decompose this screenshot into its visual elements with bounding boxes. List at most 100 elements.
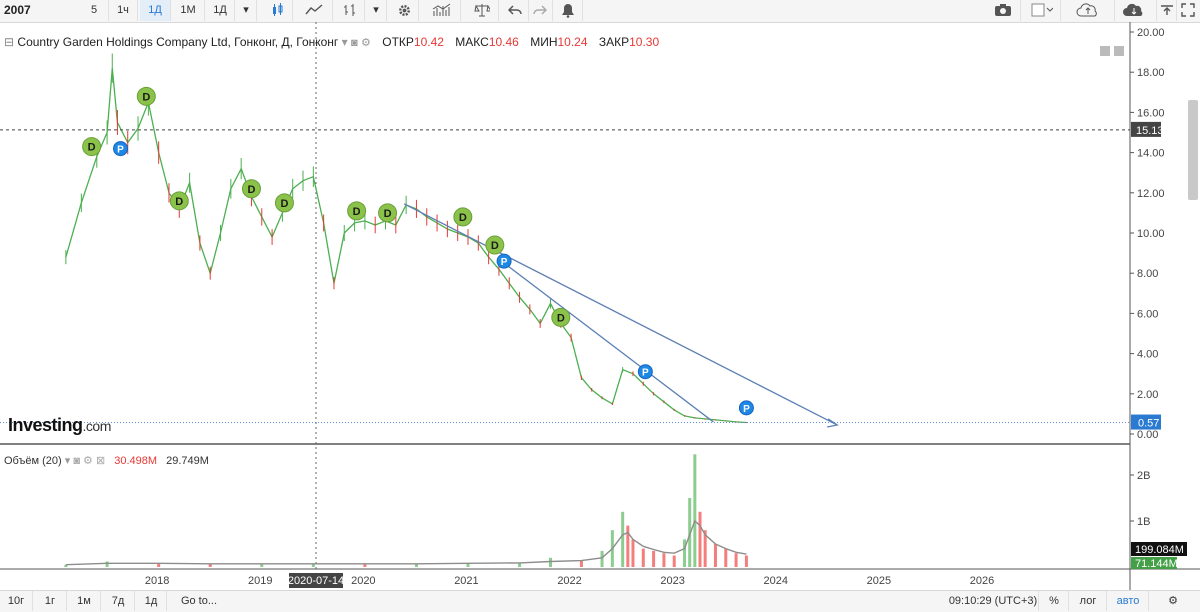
marker-label: P [117,145,124,156]
range-10y[interactable]: 10г [0,591,33,611]
marker-label: D [175,196,183,208]
volume-value-1: 30.498M [114,455,158,467]
close-icon[interactable]: ⊠ [96,455,105,467]
volume-bar [693,454,697,567]
clock: 09:10:29 (UTC+3) [948,591,1039,611]
volume-tick-label: 1B [1137,516,1150,528]
volume-bar [713,544,717,567]
volume-bar [641,548,645,567]
scrollbar[interactable] [1188,100,1198,200]
dropdown-arrow-icon[interactable]: ▾ [342,35,348,49]
compare-scales-icon[interactable] [466,0,499,21]
y-tick-label: 14.00 [1137,148,1165,160]
volume-bar [724,548,728,567]
settings-gear-icon[interactable]: ⚙ [361,37,371,49]
chart-area[interactable]: 20.00 18.00 16.00 14.00 12.00 10.00 8.00 6.00 4.… [0,22,1200,590]
candle-type-icon[interactable] [264,0,293,21]
volume-legend: Объём (20) ▾ ◙ ⚙ ⊠ 30.498M 29.749M [4,454,209,467]
y-tick-label: 8.00 [1137,268,1158,280]
y-tick-label: 10.00 [1137,228,1165,240]
indicators-icon[interactable] [424,0,461,21]
redo-icon[interactable] [528,0,553,21]
y-tick-label: 20.00 [1137,27,1165,39]
symbol-input[interactable]: 2007 [4,0,31,21]
interval-1d[interactable]: 1Д [140,0,171,21]
marker-label: D [88,142,96,154]
undo-icon[interactable] [502,0,529,21]
y-tick-label: 18.00 [1137,67,1165,79]
marker-label: D [247,184,255,196]
settings-gear-icon[interactable]: ⚙ [1150,591,1196,611]
eye-icon[interactable]: ◙ [73,455,80,467]
settings-gear-icon[interactable] [390,0,419,21]
close-value: 10.30 [629,35,660,49]
volume-bar [672,555,676,567]
x-tick-label: 2022 [557,575,581,587]
color-box-icon[interactable] [1024,0,1061,21]
instrument-name: Country Garden Holdings Company Ltd, Гон… [17,35,339,49]
cloud-icon[interactable] [1064,0,1115,21]
camera-icon[interactable] [986,0,1021,21]
line-type-icon[interactable] [296,0,333,21]
volume-bar [548,557,552,567]
open-value: 10.42 [413,35,444,49]
marker-label: D [459,212,467,224]
cloud-save-icon[interactable] [1114,0,1157,21]
marker-label: D [557,312,565,324]
log-toggle[interactable]: лог [1070,591,1107,611]
range-1d[interactable]: 1д [136,591,167,611]
volume-bar [621,511,625,567]
bottom-bar: 10г 1г 1м 7д 1д Go to... 09:10:29 (UTC+3… [0,590,1200,612]
volume-indicator-name: Объём (20) [4,455,62,467]
marker-label: D [280,198,288,210]
volume-bar [652,550,656,567]
collapse-icon[interactable]: ⊟ [4,35,14,49]
range-1m[interactable]: 1м [68,591,101,611]
close-label: ЗАКР [598,35,630,49]
volume-value-2: 29.749M [166,455,209,467]
marker-label: P [743,404,750,415]
maximize-pane-icon[interactable] [1100,46,1110,56]
settings-gear-icon[interactable]: ⚙ [83,455,93,467]
x-tick-label: 2020 [351,575,375,587]
volume-current-tag: 199.084M [1135,544,1184,556]
marker-label: D [491,240,499,252]
dropdown-arrow-icon[interactable]: ▾ [236,0,257,21]
range-1y[interactable]: 1г [34,591,67,611]
alert-bell-icon[interactable] [554,0,583,21]
interval-1m[interactable]: 1М [172,0,205,21]
y-tick-label: 2.00 [1137,389,1158,401]
x-tick-label: 2023 [660,575,684,587]
auto-toggle[interactable]: авто [1108,591,1149,611]
y-tick-label: 0.00 [1137,429,1158,441]
dropdown-arrow-icon[interactable]: ▾ [65,455,71,467]
volume-bar [208,564,212,567]
logo-brand: Investing [8,415,83,435]
volume-bar [600,550,604,567]
collapse-pane-icon[interactable] [1114,46,1124,56]
x-tick-label: 2018 [145,575,169,587]
dropdown-arrow-icon[interactable]: ▾ [366,0,387,21]
volume-bar [683,539,687,567]
volume-bar [698,511,702,567]
goto-button[interactable]: Go to... [172,591,226,611]
logo-suffix: .com [82,418,112,434]
bar-type-icon[interactable] [336,0,365,21]
high-label: МАКС [455,35,489,49]
range-7d[interactable]: 7д [102,591,135,611]
low-value: 10.24 [557,35,588,49]
arrow-up-icon[interactable] [1158,0,1177,21]
chart-legend: ⊟ Country Garden Holdings Company Ltd, Г… [4,35,659,49]
volume-bar [105,561,109,567]
y-tick-label: 16.00 [1137,107,1165,119]
interval-custom[interactable]: 1Д [206,0,235,21]
percent-toggle[interactable]: % [1040,591,1069,611]
interval-1h[interactable]: 1ч [109,0,138,21]
trendline [403,203,838,426]
volume-bar [631,539,635,567]
eye-icon[interactable]: ◙ [351,37,358,49]
interval-5[interactable]: 5 [80,0,109,21]
x-tick-label: 2025 [867,575,891,587]
fullscreen-icon[interactable] [1176,0,1200,21]
volume-tick-label: 2B [1137,470,1150,482]
